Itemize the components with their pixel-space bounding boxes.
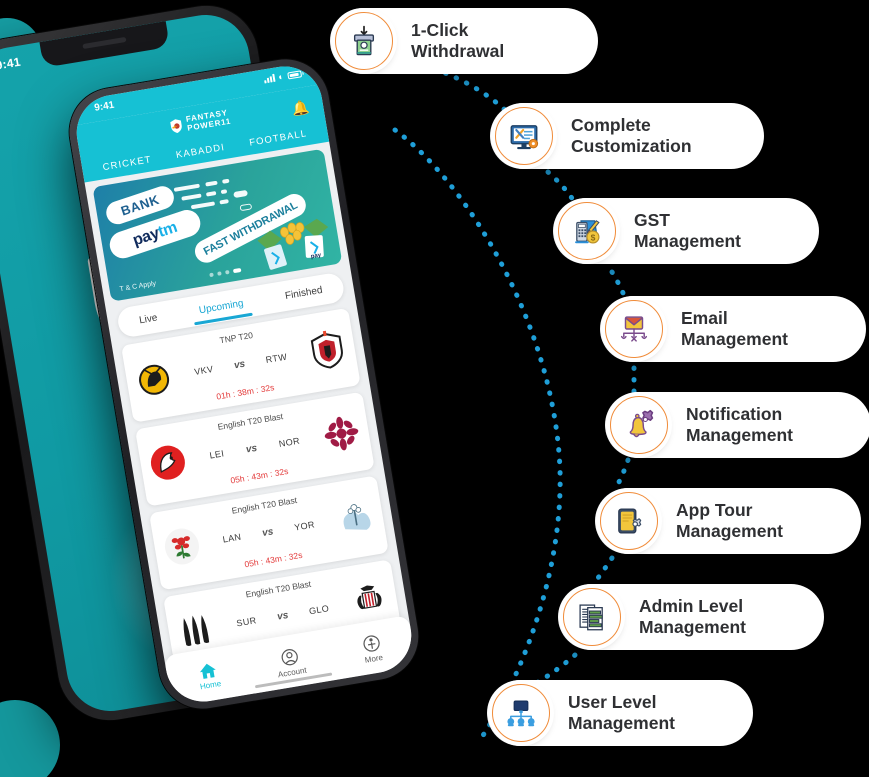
filter-upcoming[interactable]: Upcoming bbox=[198, 298, 244, 316]
feature-card-one-click-withdrawal[interactable]: 1-Click Withdrawal bbox=[330, 8, 598, 74]
feature-label: GST Management bbox=[634, 210, 741, 251]
team-a-abbr: LEI bbox=[208, 448, 225, 461]
signal-icon bbox=[263, 73, 276, 84]
versus-icon: vs bbox=[233, 358, 246, 371]
bell-gear-icon bbox=[610, 396, 668, 454]
team-a-abbr: LAN bbox=[221, 531, 243, 545]
versus-icon: vs bbox=[276, 609, 290, 623]
feature-card-user-level-management[interactable]: User Level Management bbox=[487, 680, 753, 746]
org-network-icon bbox=[492, 684, 550, 742]
svg-text:$: $ bbox=[591, 232, 596, 242]
nav-label-home: Home bbox=[199, 678, 222, 691]
feature-card-email-management[interactable]: Email Management bbox=[600, 296, 866, 362]
versus-icon: vs bbox=[261, 525, 275, 539]
calculator-dollar-icon: $ bbox=[558, 202, 616, 260]
team-b-logo-icon bbox=[304, 327, 350, 373]
nav-label-more: More bbox=[364, 652, 384, 665]
team-b-abbr: YOR bbox=[293, 519, 316, 533]
team-b-abbr: GLO bbox=[308, 603, 330, 617]
wifi-icon: ◐ bbox=[277, 71, 285, 83]
feature-label: Notification Management bbox=[686, 404, 793, 445]
feature-card-app-tour-management[interactable]: App Tour Management bbox=[595, 488, 861, 554]
promo-carousel-dots[interactable] bbox=[209, 267, 242, 278]
envelope-flow-icon bbox=[605, 300, 663, 358]
team-a-logo-icon bbox=[145, 440, 191, 486]
back-phone-status-time: 9:41 bbox=[0, 54, 22, 73]
feature-label: Complete Customization bbox=[571, 115, 692, 156]
shield-mini-icon bbox=[170, 119, 182, 133]
atm-withdrawal-icon bbox=[335, 12, 393, 70]
team-b-abbr: NOR bbox=[278, 435, 301, 449]
team-b-logo-icon bbox=[318, 411, 364, 457]
battery-icon bbox=[287, 69, 303, 80]
documents-stack-icon bbox=[563, 588, 621, 646]
tab-kabaddi[interactable]: KABADDI bbox=[175, 142, 226, 161]
team-a-logo-icon bbox=[159, 523, 205, 569]
team-a-logo-icon bbox=[131, 356, 177, 402]
team-a-logo-icon bbox=[173, 607, 219, 653]
notification-bell-icon[interactable]: 🔔 bbox=[291, 99, 311, 119]
feature-label: 1-Click Withdrawal bbox=[411, 20, 505, 61]
feature-label: User Level Management bbox=[568, 692, 675, 733]
feature-card-notification-management[interactable]: Notification Management bbox=[605, 392, 869, 458]
team-a-abbr: SUR bbox=[235, 615, 258, 629]
tab-football[interactable]: FOOTBALL bbox=[249, 128, 308, 148]
feature-label: Admin Level Management bbox=[639, 596, 746, 637]
svg-text:pay: pay bbox=[310, 252, 322, 260]
filter-finished[interactable]: Finished bbox=[284, 284, 323, 301]
versus-icon: vs bbox=[245, 442, 258, 455]
team-b-abbr: RTW bbox=[264, 351, 288, 366]
filter-live[interactable]: Live bbox=[138, 312, 158, 326]
team-b-logo-icon bbox=[347, 578, 393, 624]
tab-cricket[interactable]: CRICKET bbox=[102, 154, 153, 173]
feature-card-admin-level-management[interactable]: Admin Level Management bbox=[558, 584, 824, 650]
front-phone-status-time: 9:41 bbox=[93, 99, 116, 114]
app-logo: FANTASY POWER11 bbox=[169, 108, 232, 136]
phone-notch bbox=[39, 21, 170, 68]
team-a-abbr: VKV bbox=[193, 363, 215, 377]
phone-gear-icon bbox=[600, 492, 658, 550]
feature-label: Email Management bbox=[681, 308, 788, 349]
promo-graphic-stage: 9:41 The qu bbox=[0, 0, 869, 777]
paytm-tm: tm bbox=[155, 218, 180, 241]
more-icon bbox=[363, 634, 380, 652]
team-b-logo-icon bbox=[333, 494, 379, 540]
feature-card-complete-customization[interactable]: Complete Customization bbox=[490, 103, 764, 169]
feature-label: App Tour Management bbox=[676, 500, 783, 541]
promo-terms-text: T & C Apply bbox=[119, 280, 157, 294]
feature-card-gst-management[interactable]: $ GST Management bbox=[553, 198, 819, 264]
home-icon bbox=[200, 663, 216, 679]
decorative-teal-blob-bottom-left bbox=[0, 700, 60, 777]
account-icon bbox=[281, 648, 298, 665]
monitor-tools-icon bbox=[495, 107, 553, 165]
